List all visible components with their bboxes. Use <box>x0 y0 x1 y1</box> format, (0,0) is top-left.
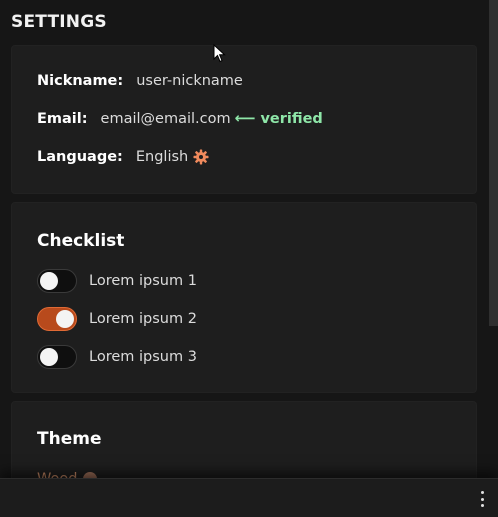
menu-dot <box>480 491 484 494</box>
toggle-knob <box>56 310 74 328</box>
bottom-bar <box>0 478 498 517</box>
checklist-item-2[interactable]: Lorem ipsum 2 <box>37 307 197 331</box>
checklist-item-3[interactable]: Lorem ipsum 3 <box>37 345 197 369</box>
language-label: Language: <box>37 149 123 165</box>
email-label: Email: <box>37 111 88 127</box>
menu-dot <box>480 504 484 507</box>
toggle-switch[interactable] <box>37 269 77 293</box>
email-row: Email: email@email.com ⟵ verified <box>37 111 323 127</box>
toggle-knob <box>40 348 58 366</box>
mouse-cursor-icon <box>213 44 226 63</box>
language-row: Language: English <box>37 149 209 165</box>
scrollbar[interactable] <box>489 0 498 326</box>
nickname-label: Nickname: <box>37 73 124 89</box>
gear-icon[interactable] <box>193 149 209 165</box>
checklist-title: Checklist <box>37 231 125 251</box>
checklist-card: Checklist Lorem ipsum 1 Lorem ipsum 2 Lo… <box>11 202 477 393</box>
toggle-switch[interactable] <box>37 345 77 369</box>
toggle-switch[interactable] <box>37 307 77 331</box>
nickname-value: user-nickname <box>136 73 243 89</box>
page-title: SETTINGS <box>11 12 107 32</box>
theme-title: Theme <box>37 429 102 449</box>
profile-card: Nickname: user-nickname Email: email@ema… <box>11 45 477 194</box>
language-value: English <box>135 149 189 165</box>
toggle-knob <box>40 272 58 290</box>
email-verified-status: ⟵ verified <box>234 111 323 127</box>
nickname-row: Nickname: user-nickname <box>37 73 243 89</box>
checklist-item-label: Lorem ipsum 3 <box>89 349 197 365</box>
more-vertical-icon[interactable] <box>478 491 486 507</box>
menu-dot <box>480 497 484 501</box>
email-value: email@email.com <box>100 111 231 127</box>
checklist-item-label: Lorem ipsum 1 <box>89 273 197 289</box>
settings-app: SETTINGS Nickname: user-nickname Email: … <box>0 0 498 517</box>
checklist-item-1[interactable]: Lorem ipsum 1 <box>37 269 197 293</box>
checklist-item-label: Lorem ipsum 2 <box>89 311 197 327</box>
